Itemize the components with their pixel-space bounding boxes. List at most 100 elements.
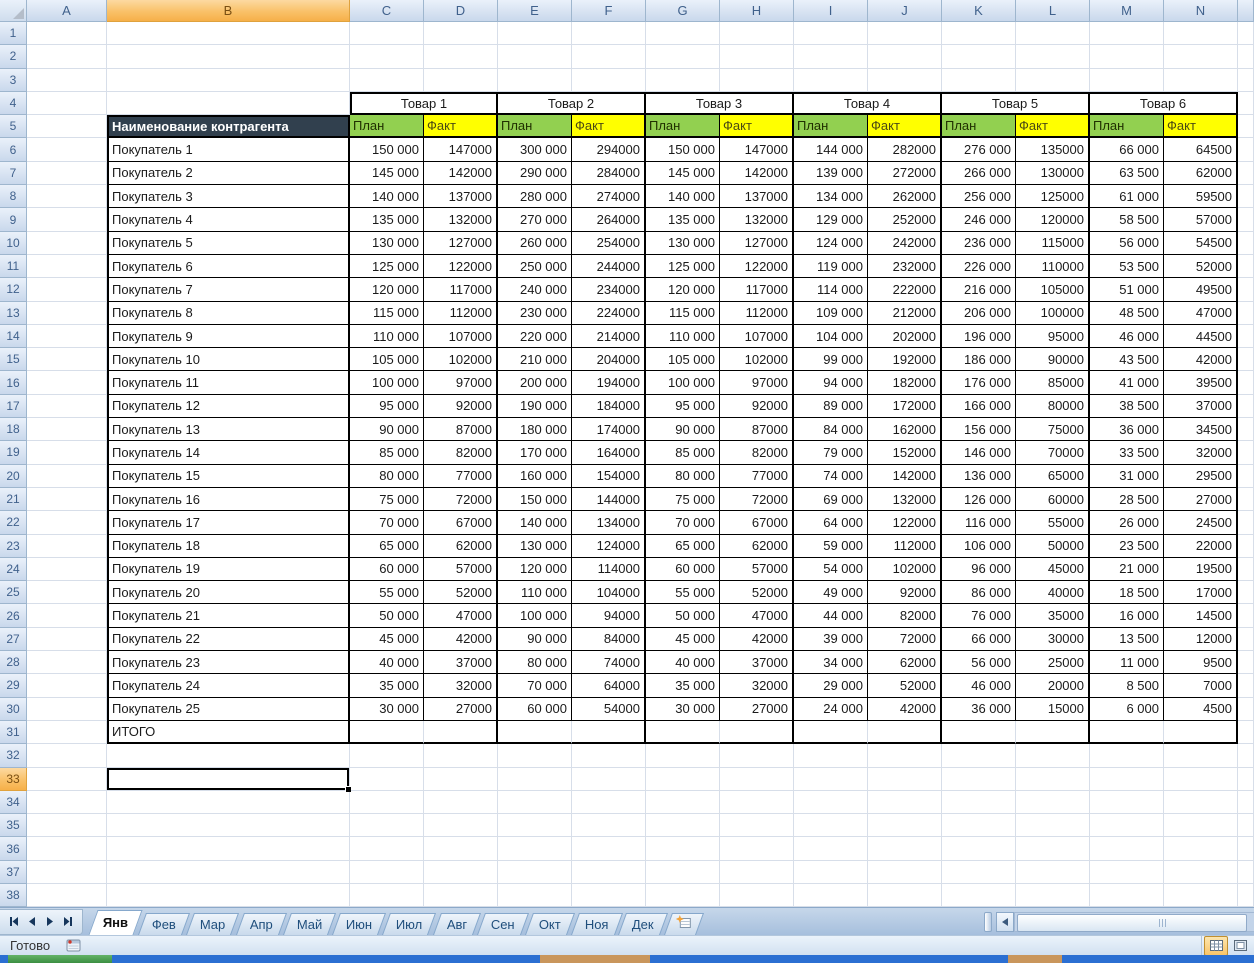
cell-a12[interactable] [27,278,107,301]
cell-e15[interactable]: 210 000 [498,348,572,371]
row-header-6[interactable]: 6 [0,138,27,161]
column-header-i[interactable]: I [794,0,868,22]
cell-f26[interactable]: 94000 [572,604,646,627]
next-sheet-button[interactable] [43,916,57,928]
cell-e33[interactable] [498,768,572,791]
cell-l28[interactable]: 25000 [1016,651,1090,674]
cell-d2[interactable] [424,45,498,68]
cell-i17[interactable]: 89 000 [794,395,868,418]
cell-f24[interactable]: 114000 [572,558,646,581]
cell-h30[interactable]: 27000 [720,698,794,721]
cell-d5[interactable]: Факт [424,115,498,138]
cell-h24[interactable]: 57000 [720,558,794,581]
column-header-k[interactable]: K [942,0,1016,22]
cell-b1[interactable] [107,22,350,45]
cell-m34[interactable] [1090,791,1164,814]
cell-g12[interactable]: 120 000 [646,278,720,301]
cell-g37[interactable] [646,861,720,884]
cell-f20[interactable]: 154000 [572,465,646,488]
cell-n33[interactable] [1164,768,1238,791]
product-header-6[interactable]: Товар 6 [1090,92,1238,115]
cell-i26[interactable]: 44 000 [794,604,868,627]
cell-h19[interactable]: 82000 [720,441,794,464]
cell-l33[interactable] [1016,768,1090,791]
cell-m31[interactable] [1090,721,1164,744]
cell-j32[interactable] [868,744,942,767]
horizontal-scrollbar[interactable] [1014,912,1254,932]
cell-i29[interactable]: 29 000 [794,674,868,697]
fill-handle[interactable] [345,786,351,792]
cell-b12[interactable]: Покупатель 7 [107,278,350,301]
cell-a21[interactable] [27,488,107,511]
cell-d24[interactable]: 57000 [424,558,498,581]
cell-d33[interactable] [424,768,498,791]
row-header-9[interactable]: 9 [0,208,27,231]
cell-c23[interactable]: 65 000 [350,535,424,558]
cell-j37[interactable] [868,861,942,884]
cell-k31[interactable] [942,721,1016,744]
cell-f18[interactable]: 174000 [572,418,646,441]
cell-m1[interactable] [1090,22,1164,45]
cell-i8[interactable]: 134 000 [794,185,868,208]
cell-n14[interactable]: 44500 [1164,325,1238,348]
cell-g15[interactable]: 105 000 [646,348,720,371]
cell-j15[interactable]: 192000 [868,348,942,371]
row-header-2[interactable]: 2 [0,45,27,68]
cell-c21[interactable]: 75 000 [350,488,424,511]
cell-k38[interactable] [942,884,1016,907]
cell-d28[interactable]: 37000 [424,651,498,674]
column-header-f[interactable]: F [572,0,646,22]
cell-n12[interactable]: 49500 [1164,278,1238,301]
cell-k12[interactable]: 216 000 [942,278,1016,301]
row-header-16[interactable]: 16 [0,371,27,394]
cell-e21[interactable]: 150 000 [498,488,572,511]
cell-d9[interactable]: 132000 [424,208,498,231]
cell-e38[interactable] [498,884,572,907]
cell-g1[interactable] [646,22,720,45]
cell-a5[interactable] [27,115,107,138]
cell-l36[interactable] [1016,837,1090,860]
cell-j26[interactable]: 82000 [868,604,942,627]
cell-l18[interactable]: 75000 [1016,418,1090,441]
cell-c17[interactable]: 95 000 [350,395,424,418]
cell-g9[interactable]: 135 000 [646,208,720,231]
cell-a2[interactable] [27,45,107,68]
cell-m32[interactable] [1090,744,1164,767]
row-header-27[interactable]: 27 [0,628,27,651]
cell-n23[interactable]: 22000 [1164,535,1238,558]
cell-a35[interactable] [27,814,107,837]
cell-f36[interactable] [572,837,646,860]
cell-k9[interactable]: 246 000 [942,208,1016,231]
cell-j13[interactable]: 212000 [868,302,942,325]
column-header-l[interactable]: L [1016,0,1090,22]
cell-k11[interactable]: 226 000 [942,255,1016,278]
cell-l1[interactable] [1016,22,1090,45]
cell-c31[interactable] [350,721,424,744]
cell-d16[interactable]: 97000 [424,371,498,394]
cell-h31[interactable] [720,721,794,744]
cell-d7[interactable]: 142000 [424,162,498,185]
cell-h10[interactable]: 127000 [720,232,794,255]
cell-c7[interactable]: 145 000 [350,162,424,185]
cell-d30[interactable]: 27000 [424,698,498,721]
cell-j10[interactable]: 242000 [868,232,942,255]
cell-n38[interactable] [1164,884,1238,907]
cell-e20[interactable]: 160 000 [498,465,572,488]
cell-d13[interactable]: 112000 [424,302,498,325]
cell-j35[interactable] [868,814,942,837]
row-header-12[interactable]: 12 [0,278,27,301]
cell-i28[interactable]: 34 000 [794,651,868,674]
cell-f38[interactable] [572,884,646,907]
cell-j28[interactable]: 62000 [868,651,942,674]
row-header-34[interactable]: 34 [0,791,27,814]
cell-c19[interactable]: 85 000 [350,441,424,464]
cell-a20[interactable] [27,465,107,488]
cell-e25[interactable]: 110 000 [498,581,572,604]
cell-n3[interactable] [1164,69,1238,92]
cell-j7[interactable]: 272000 [868,162,942,185]
cell-m36[interactable] [1090,837,1164,860]
cell-g32[interactable] [646,744,720,767]
cell-a34[interactable] [27,791,107,814]
cell-n25[interactable]: 17000 [1164,581,1238,604]
cell-i35[interactable] [794,814,868,837]
